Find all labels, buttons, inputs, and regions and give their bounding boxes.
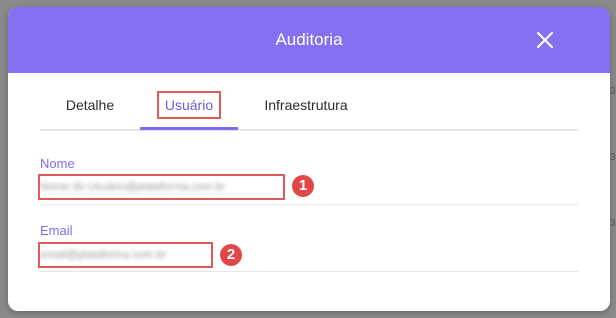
background-text: 3 (610, 218, 616, 229)
nome-value: Nome do Usuário@plataforma.com.br (40, 181, 226, 193)
close-icon[interactable] (536, 31, 554, 49)
background-text: 3 (610, 86, 616, 97)
tab-usuario[interactable]: Usuário (140, 83, 238, 127)
tab-label: Usuário (156, 91, 222, 119)
field-divider (40, 204, 578, 205)
modal-title: Auditoria (275, 30, 343, 49)
annotation-marker-2: 2 (220, 244, 242, 266)
active-tab-indicator (140, 127, 238, 130)
modal-header: Auditoria (8, 7, 610, 73)
nome-label: Nome (40, 156, 75, 171)
annotation-marker-1: 1 (292, 175, 314, 197)
tab-detalhe[interactable]: Detalhe (60, 83, 120, 127)
field-divider (40, 271, 578, 272)
email-value: email@plataforma.com.br (40, 249, 167, 261)
tab-infraestrutura[interactable]: Infraestrutura (256, 83, 356, 127)
email-label: Email (40, 223, 73, 238)
tab-bar: Detalhe Usuário Infraestrutura (40, 83, 578, 131)
tab-label: Detalhe (65, 97, 115, 113)
auditoria-modal: Auditoria Detalhe Usuário Infraestrutura… (8, 7, 610, 311)
background-text: 3 (610, 152, 616, 163)
tab-label: Infraestrutura (264, 97, 348, 113)
